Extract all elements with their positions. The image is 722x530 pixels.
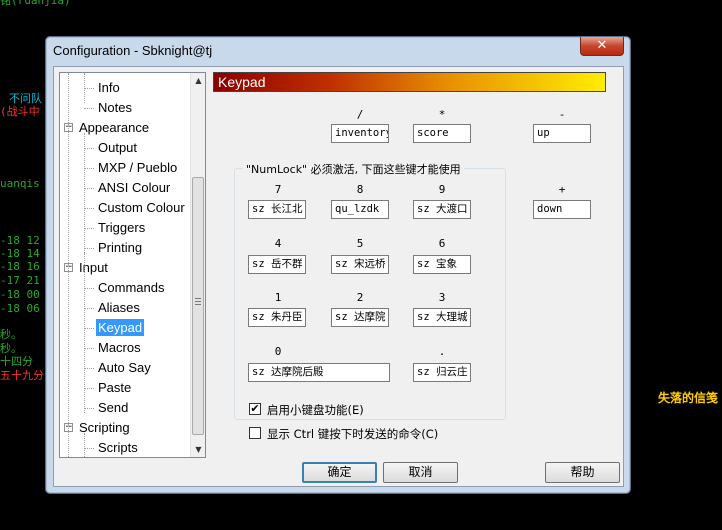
keypad-header: Keypad [213,72,606,92]
key-input-0[interactable]: sz 达摩院后殿 [248,363,390,382]
key-input-6[interactable]: sz 宝象 [413,255,471,274]
help-button[interactable]: 帮助 [545,462,620,483]
cancel-button[interactable]: 取消 [383,462,458,483]
key-label-5: 5 [356,237,364,250]
ok-button[interactable]: 确定 [302,462,377,483]
tree-item-scripts[interactable]: Scripts [96,439,140,456]
tree-item-info[interactable]: Info [96,79,122,96]
show-ctrl-label: 显示 Ctrl 键按下时发送的命令(C) [267,427,439,441]
enable-keypad-label: 启用小键盘功能(E) [267,403,364,417]
key-input-1[interactable]: sz 朱丹臣 [248,308,306,327]
tree-item-auto-say[interactable]: Auto Say [96,359,153,376]
terminal-line: (战斗中 [0,105,40,118]
dialog-client-area: Info Notes Appearance − Output MXP / Pueblo AN… [53,66,624,487]
key-label-6: 6 [438,237,446,250]
terminal-line: 不问队 [9,92,42,105]
terminal-line: 铭(ruanjia) [0,0,71,7]
key-label-3: 3 [438,291,446,304]
key-label-1: 1 [274,291,282,304]
terminal-line: 十四分 [0,355,33,368]
scroll-thumb[interactable] [192,177,204,435]
key-input-8[interactable]: qu_lzdk [331,200,389,219]
scroll-up-icon[interactable]: ▲ [191,73,205,88]
tree-item-notes[interactable]: Notes [96,99,134,116]
tree-item-ansi-colour[interactable]: ANSI Colour [96,179,172,196]
tree-item-send[interactable]: Send [96,399,130,416]
category-tree[interactable]: Info Notes Appearance − Output MXP / Pueblo AN… [59,72,206,458]
key-label-divide: / [356,108,364,121]
tree-item-output[interactable]: Output [96,139,139,156]
tree-item-aliases[interactable]: Aliases [96,299,142,316]
key-input-5[interactable]: sz 宋远桥 [331,255,389,274]
terminal-line: -18 06 [0,302,40,315]
key-input-7[interactable]: sz 长江北 [248,200,306,219]
key-input-plus[interactable]: down [533,200,591,219]
tree-item-custom-colour[interactable]: Custom Colour [96,199,187,216]
dialog-titlebar[interactable]: Configuration - Sbknight@tj ✕ [46,37,630,65]
key-input-divide[interactable]: inventory [331,124,389,143]
terminal-line: -18 12 [0,234,40,247]
tree-item-mxp-pueblo[interactable]: MXP / Pueblo [96,159,179,176]
tree-item-scripting[interactable]: Scripting [77,419,132,436]
key-input-4[interactable]: sz 岳不群 [248,255,306,274]
key-label-4: 4 [274,237,282,250]
terminal-line: 秒。 [0,328,22,341]
key-input-decimal[interactable]: sz 归云庄 [413,363,471,382]
tree-item-paste[interactable]: Paste [96,379,133,396]
terminal-line: 五十九分 [0,369,44,382]
terminal-right-text: 失落的信笺 [658,391,719,405]
key-label-2: 2 [356,291,364,304]
tree-item-printing[interactable]: Printing [96,239,144,256]
key-input-multiply[interactable]: score [413,124,471,143]
tree-item-commands[interactable]: Commands [96,279,166,296]
tree-item-input[interactable]: Input [77,259,110,276]
terminal-line: 秒。 [0,342,22,355]
key-label-plus: + [558,183,566,196]
key-label-minus: - [558,108,566,121]
terminal-line: -18 14 [0,247,40,260]
key-input-minus[interactable]: up [533,124,591,143]
terminal-line: -17 21 [0,274,40,287]
tree-item-appearance[interactable]: Appearance [77,119,151,136]
terminal-line: -18 00 [0,288,40,301]
show-ctrl-checkbox[interactable] [249,427,261,439]
key-label-0: 0 [274,345,282,358]
keypad-header-title: Keypad [218,74,266,90]
key-label-9: 9 [438,183,446,196]
key-input-3[interactable]: sz 大理城 [413,308,471,327]
configuration-dialog: Configuration - Sbknight@tj ✕ Info Notes A… [45,36,631,494]
tree-item-keypad[interactable]: Keypad [96,319,145,336]
key-label-8: 8 [356,183,364,196]
key-label-multiply: * [438,108,446,121]
scroll-down-icon[interactable]: ▼ [191,442,205,457]
tree-scrollbar[interactable]: ▲ ▼ [190,73,205,457]
key-input-9[interactable]: sz 大渡口 [413,200,471,219]
terminal-line: -18 16 [0,260,40,273]
dialog-title: Configuration - Sbknight@tj [53,43,213,58]
enable-keypad-checkbox[interactable]: ✔ [249,403,261,415]
close-button[interactable]: ✕ [580,37,624,56]
tree-item-macros[interactable]: Macros [96,339,143,356]
key-label-7: 7 [274,183,282,196]
key-input-2[interactable]: sz 达摩院 [331,308,389,327]
close-icon: ✕ [596,38,608,53]
numlock-group-label: "NumLock" 必须激活, 下面这些键才能使用 [243,161,464,177]
terminal-line: uanqis [0,177,40,190]
key-label-decimal: . [438,345,446,358]
tree-item-triggers[interactable]: Triggers [96,219,147,236]
